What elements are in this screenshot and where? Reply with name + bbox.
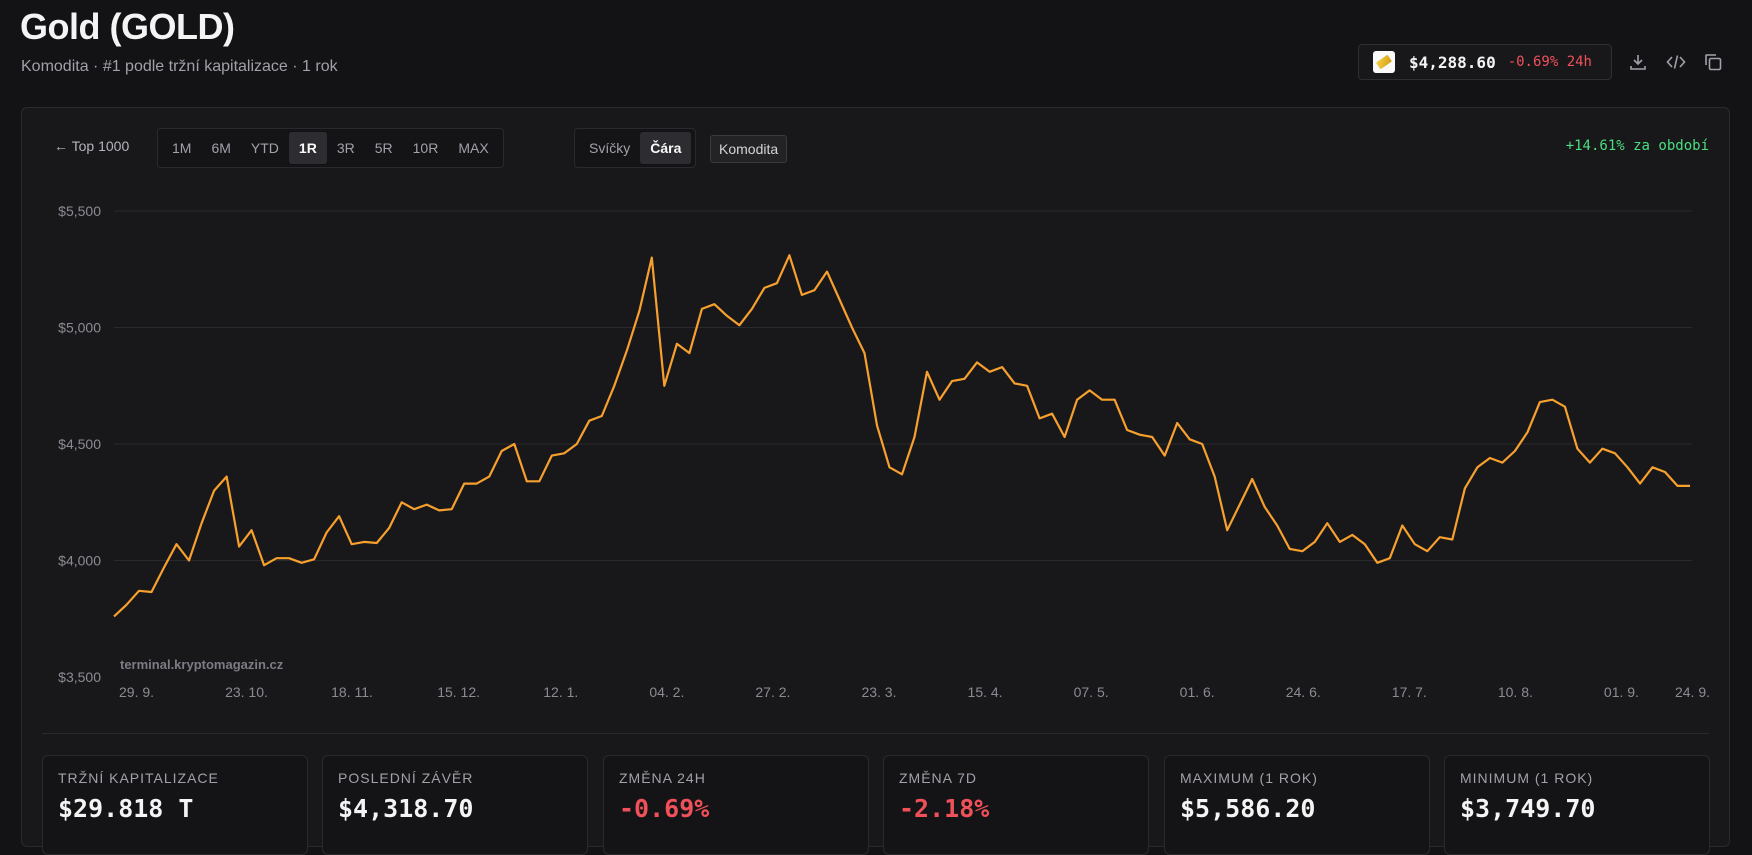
stat-change-7d: ZMĚNA 7D -2.18% [883, 755, 1149, 855]
x-tick-label: 15. 12. [437, 684, 480, 700]
x-tick-label: 07. 5. [1074, 684, 1109, 700]
page-subtitle: Komodita · #1 podle tržní kapitalizace ·… [21, 58, 338, 75]
stat-max-1y: MAXIMUM (1 ROK) $5,586.20 [1164, 755, 1430, 855]
stats-divider [42, 733, 1709, 734]
x-tick-label: 23. 3. [861, 684, 896, 700]
copy-icon[interactable] [1701, 50, 1725, 74]
stat-change-24h: ZMĚNA 24H -0.69% [603, 755, 869, 855]
price-series-line [113, 254, 1690, 618]
chart-watermark: terminal.kryptomagazin.cz [120, 657, 284, 672]
stat-label: POSLEDNÍ ZÁVĚR [338, 770, 474, 786]
ticker-price: $4,288.60 [1409, 52, 1496, 72]
y-tick-label: $3,500 [58, 669, 101, 685]
download-icon[interactable] [1626, 50, 1650, 74]
price-ticker: $4,288.60 -0.69% 24h [1358, 44, 1612, 80]
x-tick-label: 01. 6. [1180, 684, 1215, 700]
x-tick-label: 24. 6. [1286, 684, 1321, 700]
x-tick-label: 15. 4. [968, 684, 1003, 700]
y-tick-label: $5,000 [58, 320, 101, 336]
stat-label: MAXIMUM (1 ROK) [1180, 770, 1318, 786]
x-tick-label: 04. 2. [649, 684, 684, 700]
x-tick-label: 29. 9. [119, 684, 154, 700]
ticker-change: -0.69% 24h [1507, 54, 1592, 70]
y-axis-labels: $5,500 $5,000 $4,500 $4,000 $3,500 [58, 203, 101, 685]
chart-panel: ← Top 1000 1M 6M YTD 1R 3R 5R 10R MAX Sv… [21, 107, 1731, 855]
x-tick-label: 18. 11. [331, 684, 373, 700]
stat-label: TRŽNÍ KAPITALIZACE [58, 770, 219, 786]
stat-value: $3,749.70 [1460, 794, 1596, 823]
x-tick-label: 12. 1. [543, 684, 578, 700]
chart-gridlines [114, 210, 1692, 561]
x-tick-label: 27. 2. [755, 684, 790, 700]
x-axis-labels: 29. 9. 23. 10. 18. 11. 15. 12. 12. 1. 04. 2. 2… [119, 684, 1710, 700]
gold-bar-icon [1373, 51, 1395, 73]
stat-label: MINIMUM (1 ROK) [1460, 770, 1594, 786]
x-tick-label: 24. 9. [1675, 684, 1710, 700]
code-icon[interactable] [1664, 50, 1688, 74]
stat-label: ZMĚNA 7D [899, 770, 978, 786]
y-tick-label: $4,500 [58, 436, 101, 452]
y-tick-label: $4,000 [58, 553, 101, 569]
y-tick-label: $5,500 [58, 203, 101, 219]
x-tick-label: 17. 7. [1392, 684, 1427, 700]
x-tick-label: 23. 10. [225, 684, 268, 700]
page-title: Gold (GOLD) [20, 6, 235, 47]
stat-last-close: POSLEDNÍ ZÁVĚR $4,318.70 [322, 755, 588, 855]
stat-value: $29.818 T [58, 794, 194, 823]
stat-market-cap: TRŽNÍ KAPITALIZACE $29.818 T [42, 755, 308, 855]
x-tick-label: 01. 9. [1604, 684, 1639, 700]
stat-min-1y: MINIMUM (1 ROK) $3,749.70 [1444, 755, 1710, 855]
price-chart[interactable]: $5,500 $5,000 $4,500 $4,000 $3,500 29. 9. 23.… [22, 108, 1731, 728]
stat-value: -2.18% [899, 794, 990, 823]
stat-label: ZMĚNA 24H [619, 770, 706, 786]
stat-value: $4,318.70 [338, 794, 474, 823]
stat-value: $5,586.20 [1180, 794, 1316, 823]
x-tick-label: 10. 8. [1498, 684, 1533, 700]
stat-value: -0.69% [619, 794, 710, 823]
